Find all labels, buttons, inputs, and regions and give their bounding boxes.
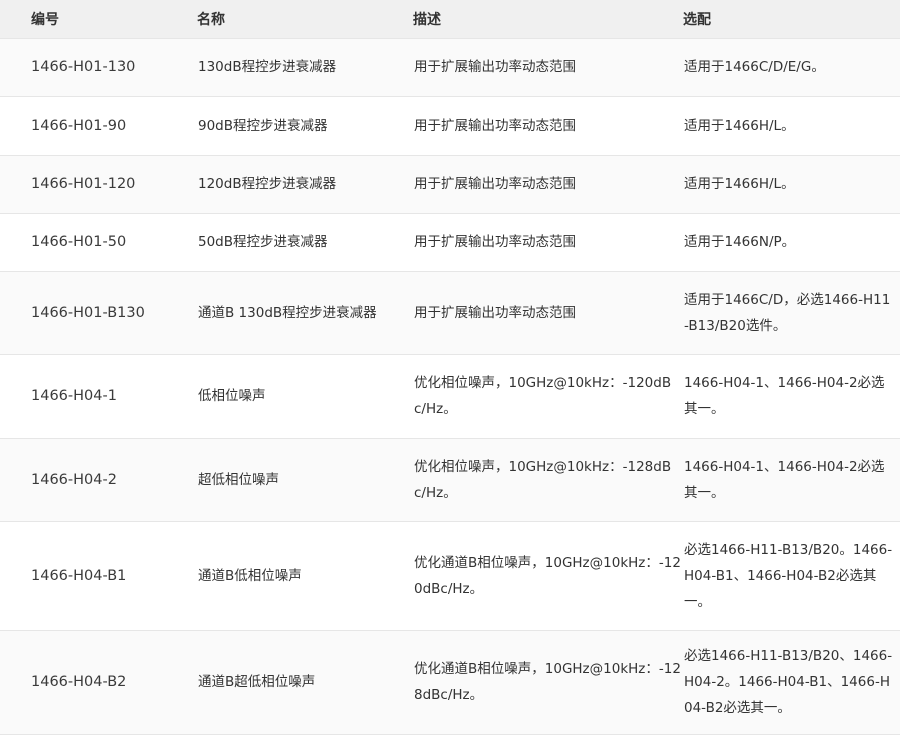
cell-description: 用于扩展输出功率动态范围 [413, 213, 683, 272]
table-row: 1466-H01-90 90dB程控步进衰减器 用于扩展输出功率动态范围 适用于… [0, 96, 900, 156]
header-option: 选配 [683, 0, 900, 39]
cell-description: 优化相位噪声，10GHz@10kHz：-128dBc/Hz。 [413, 438, 683, 522]
cell-option: 适用于1466C/D，必选1466-H11-B13/B20选件。 [683, 271, 900, 355]
cell-option: 1466-H04-1、1466-H04-2必选其一。 [683, 438, 900, 522]
table-row: 1466-H04-1 低相位噪声 优化相位噪声，10GHz@10kHz：-120… [0, 354, 900, 439]
cell-option: 必选1466-H11-B13/B20、1466-H04-2。1466-H04-B… [683, 630, 900, 735]
table-row: 1466-H01-120 120dB程控步进衰减器 用于扩展输出功率动态范围 适… [0, 155, 900, 214]
table-row: 1466-H04-2 超低相位噪声 优化相位噪声，10GHz@10kHz：-12… [0, 438, 900, 522]
table-row: 1466-H04-B2 通道B超低相位噪声 优化通道B相位噪声，10GHz@10… [0, 630, 900, 735]
cell-option: 适用于1466N/P。 [683, 213, 900, 272]
cell-name: 通道B 130dB程控步进衰减器 [197, 271, 413, 355]
table-body: 1466-H01-130 130dB程控步进衰减器 用于扩展输出功率动态范围 适… [0, 38, 900, 735]
cell-name: 50dB程控步进衰减器 [197, 213, 413, 272]
cell-description: 用于扩展输出功率动态范围 [413, 155, 683, 214]
header-row: 编号 名称 描述 选配 [0, 0, 900, 39]
cell-option: 适用于1466C/D/E/G。 [683, 38, 900, 97]
cell-code: 1466-H04-B1 [0, 521, 197, 631]
cell-name: 通道B低相位噪声 [197, 521, 413, 631]
cell-code: 1466-H01-B130 [0, 271, 197, 355]
cell-description: 优化通道B相位噪声，10GHz@10kHz：-128dBc/Hz。 [413, 630, 683, 735]
cell-name: 通道B超低相位噪声 [197, 630, 413, 735]
cell-description: 优化通道B相位噪声，10GHz@10kHz：-120dBc/Hz。 [413, 521, 683, 631]
cell-description: 优化相位噪声，10GHz@10kHz：-120dBc/Hz。 [413, 354, 683, 439]
cell-code: 1466-H04-1 [0, 354, 197, 439]
cell-name: 120dB程控步进衰减器 [197, 155, 413, 214]
table-row: 1466-H01-130 130dB程控步进衰减器 用于扩展输出功率动态范围 适… [0, 38, 900, 97]
cell-code: 1466-H04-B2 [0, 630, 197, 735]
cell-name: 90dB程控步进衰减器 [197, 96, 413, 156]
cell-option: 适用于1466H/L。 [683, 155, 900, 214]
options-table: 编号 名称 描述 选配 1466-H01-130 130dB程控步进衰减器 用于… [0, 0, 900, 735]
cell-code: 1466-H01-90 [0, 96, 197, 156]
cell-description: 用于扩展输出功率动态范围 [413, 38, 683, 97]
table-header: 编号 名称 描述 选配 [0, 0, 900, 39]
header-description: 描述 [413, 0, 683, 39]
cell-name: 130dB程控步进衰减器 [197, 38, 413, 97]
cell-code: 1466-H01-130 [0, 38, 197, 97]
table-row: 1466-H01-50 50dB程控步进衰减器 用于扩展输出功率动态范围 适用于… [0, 213, 900, 272]
cell-option: 适用于1466H/L。 [683, 96, 900, 156]
cell-description: 用于扩展输出功率动态范围 [413, 96, 683, 156]
cell-name: 低相位噪声 [197, 354, 413, 439]
cell-name: 超低相位噪声 [197, 438, 413, 522]
cell-code: 1466-H04-2 [0, 438, 197, 522]
cell-code: 1466-H01-50 [0, 213, 197, 272]
cell-option: 必选1466-H11-B13/B20。1466-H04-B1、1466-H04-… [683, 521, 900, 631]
table-row: 1466-H04-B1 通道B低相位噪声 优化通道B相位噪声，10GHz@10k… [0, 521, 900, 631]
header-name: 名称 [197, 0, 413, 39]
header-code: 编号 [0, 0, 197, 39]
cell-option: 1466-H04-1、1466-H04-2必选其一。 [683, 354, 900, 439]
cell-code: 1466-H01-120 [0, 155, 197, 214]
cell-description: 用于扩展输出功率动态范围 [413, 271, 683, 355]
table-row: 1466-H01-B130 通道B 130dB程控步进衰减器 用于扩展输出功率动… [0, 271, 900, 355]
